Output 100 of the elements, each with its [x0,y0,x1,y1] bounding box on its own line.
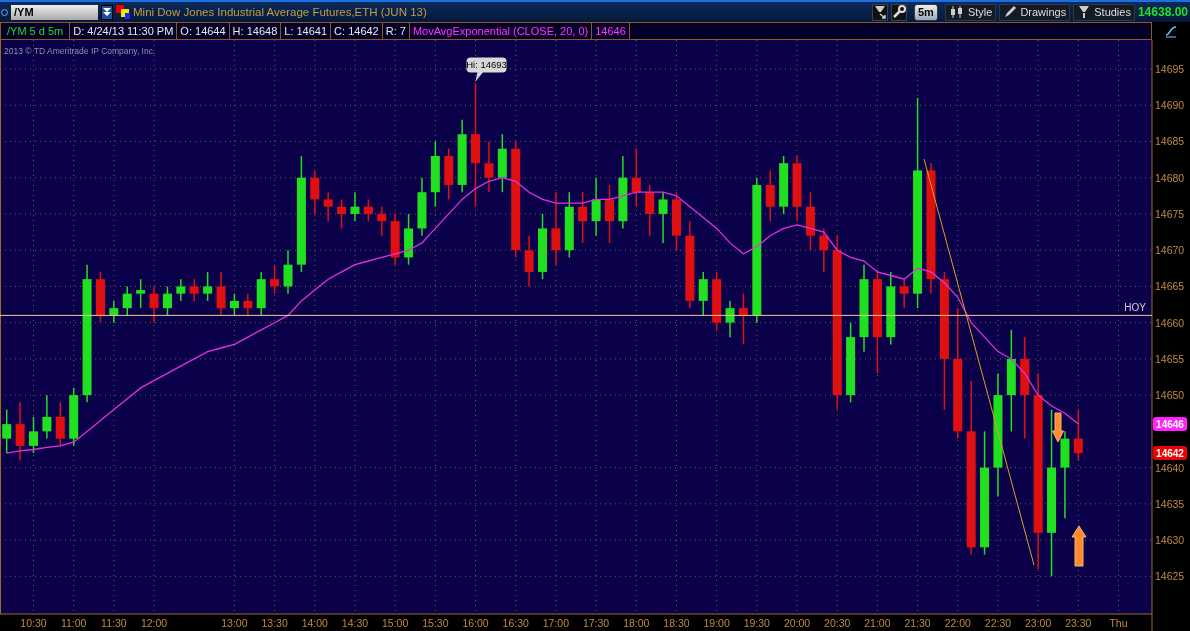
info-field: D: 4/24/13 11:30 PM [69,22,177,40]
pencil-icon [1003,5,1018,19]
candle [1073,408,1083,462]
candle [390,213,400,266]
candle [136,278,146,309]
axis-label: 14685 [1155,135,1185,148]
candle [564,191,574,259]
candle [176,278,186,302]
candle [256,271,266,317]
axis-label: 13:30 [261,617,288,629]
axis-label: 11:00 [60,617,87,629]
candle [605,184,614,244]
candle [444,147,454,201]
axis-label: 21:30 [904,617,931,629]
candle [738,292,748,346]
flask-icon [1077,5,1092,19]
axis-label: 16:30 [502,617,529,629]
candle [229,292,239,317]
axis-label: 23:30 [1065,617,1092,629]
copyright-text: 2013 © TD Ameritrade IP Company, Inc. [4,46,156,56]
axis-label: 19:00 [703,617,730,629]
candle [805,191,815,251]
candle [725,300,735,338]
axis-label: Thu [1109,617,1128,629]
axis-label: 14655 [1155,352,1185,365]
axis-label: 17:00 [542,617,570,629]
candle [497,133,507,193]
color-squares-icon[interactable] [116,5,130,19]
wrench-icon[interactable] [891,3,907,21]
axis-label: 14690 [1155,99,1185,112]
axis-label: 16:00 [462,617,489,629]
axis-label: 14665 [1155,280,1185,293]
candle [42,394,52,440]
drawings-button[interactable]: Drawings [999,3,1071,21]
candle [819,227,829,273]
axis-label: 13:00 [221,617,248,629]
candle [15,401,25,462]
axis-label: 14630 [1155,534,1185,547]
candle [122,285,132,317]
candle [203,271,213,302]
flip-icon[interactable] [872,3,888,21]
axis-label: 23:00 [1025,617,1052,629]
axis-label: 12:00 [140,617,168,629]
axis-label: 15:00 [382,617,409,629]
last-price: 14638.00 [1137,5,1188,19]
candle [430,140,440,208]
dropdown-button[interactable] [101,4,113,20]
candle [591,176,601,237]
candle [350,191,360,222]
axis-label: 14635 [1155,497,1185,510]
candle [377,205,387,237]
timeframe-button[interactable]: 5m [914,3,938,21]
candle [417,176,427,237]
candle [189,278,199,302]
candle [270,263,280,295]
up-arrow-icon [1071,525,1087,567]
candle [2,408,12,454]
axis-label: 14650 [1155,389,1185,402]
line-label: HOY [1124,302,1146,314]
style-button[interactable]: Style [944,3,997,21]
candles-icon [948,5,965,19]
axis-label: 15:30 [422,617,449,629]
axis-label: 22:30 [984,617,1012,629]
symbol-field[interactable]: /YM [11,4,98,20]
candle [658,191,668,244]
candle [645,184,655,237]
candle [323,191,333,222]
axis-label: 14670 [1155,244,1185,257]
studies-button[interactable]: Studies [1073,3,1135,21]
axis-label: 14660 [1155,316,1185,329]
study-name: MovAvgExponential (CLOSE, 20, 0) [408,22,592,40]
candle [671,191,681,251]
candle [216,271,226,317]
candle [310,169,320,215]
candle [484,140,494,193]
candle [243,292,253,317]
axis-label: 22:00 [944,617,971,629]
axis-label: 10:30 [20,617,47,629]
down-arrow-icon [1052,412,1064,443]
candle [69,387,79,447]
price-tag: 14642 [1153,446,1187,461]
axis-label: 14695 [1155,63,1185,75]
instrument-title: Mini Dow Jones Industrial Average Futures,ETH (JUN 13) [133,6,427,18]
candle [95,271,105,324]
axis-label: 19:30 [743,617,770,629]
candle [524,234,534,288]
annotation: Hi: 14693 [466,59,507,71]
axis-label: 20:00 [783,617,811,629]
candle [765,169,775,222]
candle [55,401,65,447]
candle [698,271,708,317]
axis-label: 11:30 [101,617,127,629]
axis-label: 20:30 [824,617,851,629]
price-tag: 14646 [1153,417,1187,432]
candle [404,213,414,266]
axis-label: 18:00 [623,617,650,629]
high-callout: Hi: 14693 [466,57,507,82]
candle [149,285,159,324]
candle [283,249,293,295]
study-icon[interactable] [1152,22,1190,40]
